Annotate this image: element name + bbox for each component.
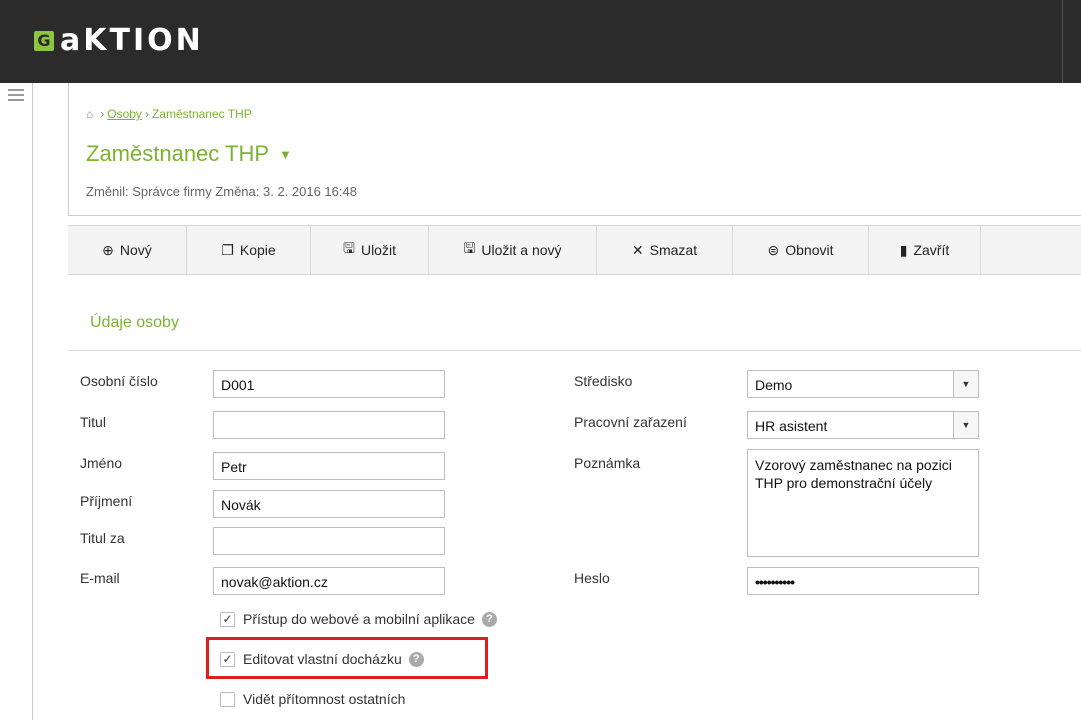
label-title-after: Titul za [80, 530, 125, 546]
new-button[interactable]: ⊕ Nový [68, 226, 187, 274]
cost-center-select[interactable]: Demo ▼ [747, 370, 979, 398]
title-input[interactable] [213, 411, 445, 439]
page-title[interactable]: Zaměstnanec THP ▼ [86, 141, 292, 167]
title-after-input[interactable] [213, 527, 445, 555]
checkbox-row-web-access: ✓ Přístup do webové a mobilní aplikace ? [220, 611, 497, 627]
first-name-input[interactable]: Petr [213, 452, 445, 480]
cost-center-value: Demo [755, 377, 793, 393]
breadcrumb-separator: › [100, 107, 105, 121]
delete-button[interactable]: ✕ Smazat [597, 226, 733, 274]
toolbar: ⊕ Nový ❐ Kopie 🖫 Uložit 🖫 Uložit a nový … [68, 225, 1081, 275]
password-input[interactable]: •••••••••• [747, 567, 979, 595]
breadcrumb: ⌂ › Osoby › Zaměstnanec THP [86, 107, 252, 121]
copy-button-label: Kopie [239, 242, 276, 258]
highlight-box [206, 637, 488, 679]
copy-icon: ❐ [221, 241, 234, 258]
logo-text: aKTION [60, 23, 204, 58]
save-and-new-button[interactable]: 🖫 Uložit a nový [429, 226, 597, 274]
save-new-icon: 🖫 [463, 240, 476, 256]
checkbox-row-see-presence: Vidět přítomnost ostatních [220, 691, 405, 707]
see-presence-checkbox[interactable] [220, 691, 235, 707]
label-last-name: Příjmení [80, 493, 133, 509]
last-name-input[interactable]: Novák [213, 490, 445, 518]
app-logo[interactable]: G aKTION [34, 26, 204, 56]
label-email: E-mail [80, 570, 120, 586]
label-first-name: Jméno [80, 455, 123, 471]
save-icon: 🖫 [343, 240, 355, 256]
breadcrumb-separator: › [144, 107, 149, 121]
label-password: Heslo [574, 570, 610, 586]
job-position-value: HR asistent [755, 418, 828, 434]
breadcrumb-link-osoby[interactable]: Osoby [107, 107, 142, 121]
save-button-label: Uložit [360, 242, 396, 258]
web-access-checkbox[interactable]: ✓ [220, 611, 235, 627]
personal-number-input[interactable]: D001 [213, 370, 445, 398]
delete-button-label: Smazat [649, 242, 698, 258]
refresh-button[interactable]: ⊜ Obnovit [733, 226, 869, 274]
note-textarea[interactable]: Vzorový zaměstnanec na pozici THP pro de… [747, 449, 979, 557]
breadcrumb-current: Zaměstnanec THP [151, 107, 252, 121]
menu-toggle-icon[interactable] [8, 89, 24, 101]
save-button[interactable]: 🖫 Uložit [311, 226, 429, 274]
label-cost-center: Středisko [574, 373, 633, 389]
section-title: Údaje osoby [90, 314, 179, 331]
chevron-down-icon[interactable]: ▼ [953, 371, 978, 397]
caret-down-icon: ▼ [279, 146, 292, 162]
close-button[interactable]: ▮ Zavřít [869, 226, 981, 274]
refresh-icon: ⊜ [767, 241, 780, 258]
label-personal-number: Osobní číslo [80, 373, 158, 389]
exit-icon: ▮ [899, 241, 908, 258]
help-icon[interactable]: ? [481, 611, 497, 627]
delete-icon: ✕ [631, 241, 644, 258]
top-bar-divider [1062, 0, 1063, 83]
label-note: Poznámka [574, 455, 641, 471]
see-presence-label: Vidět přítomnost ostatních [243, 691, 406, 707]
refresh-button-label: Obnovit [785, 242, 834, 258]
new-button-label: Nový [119, 242, 152, 258]
close-button-label: Zavřít [913, 242, 950, 258]
plus-circle-icon: ⊕ [102, 241, 114, 258]
job-position-select[interactable]: HR asistent ▼ [747, 411, 979, 439]
web-access-label: Přístup do webové a mobilní aplikace [243, 611, 475, 627]
section-divider [68, 350, 1081, 351]
copy-button[interactable]: ❐ Kopie [187, 226, 311, 274]
home-icon[interactable]: ⌂ [86, 107, 93, 121]
left-rail [0, 83, 33, 720]
page-title-text: Zaměstnanec THP [86, 141, 270, 166]
save-and-new-button-label: Uložit a nový [481, 242, 562, 258]
email-input[interactable]: novak@aktion.cz [213, 567, 445, 595]
page-header: ⌂ › Osoby › Zaměstnanec THP Zaměstnanec … [68, 83, 1081, 216]
chevron-down-icon[interactable]: ▼ [953, 412, 978, 438]
changed-info: Změnil: Správce firmy Změna: 3. 2. 2016 … [86, 184, 357, 199]
label-title: Titul [80, 414, 106, 430]
top-bar: G aKTION [0, 0, 1081, 83]
logo-mark: G [34, 31, 54, 51]
label-job-position: Pracovní zařazení [574, 414, 687, 430]
